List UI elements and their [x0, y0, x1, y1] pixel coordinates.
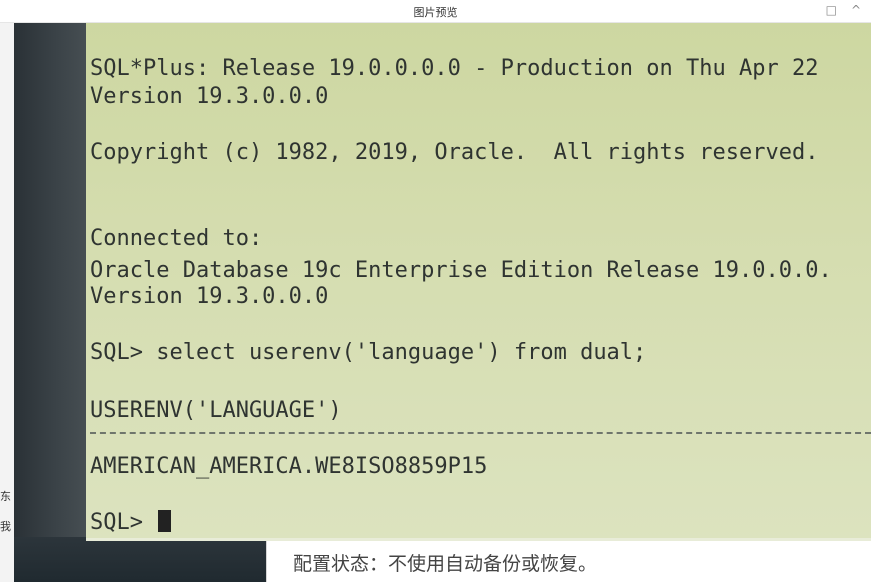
config-status-text: 配置状态：不使用自动备份或恢复。 [293, 553, 598, 575]
terminal-line: Connected to: [90, 226, 263, 251]
preview-title-bar: 图片预览 □ ^ [0, 0, 871, 23]
terminal-line: Version 19.3.0.0.0 [90, 84, 329, 109]
monitor-bezel-bottom [14, 537, 274, 582]
result-separator [90, 432, 871, 434]
terminal-line: Version 19.3.0.0.0 [90, 284, 329, 309]
terminal-prompt-line[interactable]: SQL> [90, 510, 172, 536]
terminal-line: Copyright (c) 1982, 2019, Oracle. All ri… [90, 140, 819, 165]
text-cursor-icon [158, 510, 172, 532]
collapse-icon[interactable]: ^ [851, 1, 861, 19]
maximize-icon[interactable]: □ [826, 1, 837, 19]
monitor-bezel-left [14, 22, 88, 582]
background-status-panel: 配置状态：不使用自动备份或恢复。 [266, 541, 871, 582]
terminal-line: Oracle Database 19c Enterprise Edition R… [90, 258, 832, 283]
photo-preview: 东 我 SQL*Plus: Release 19.0.0.0.0 - Produ… [0, 22, 871, 582]
background-text-fragment: 东 [0, 490, 11, 503]
query-result-value: AMERICAN_AMERICA.WE8ISO8859P15 [90, 454, 488, 479]
background-text-fragment: 我 [0, 520, 11, 533]
terminal-command-line: SQL> select userenv('language') from dua… [90, 340, 647, 365]
query-result-header: USERENV('LANGUAGE') [90, 398, 342, 423]
window-title: 图片预览 [413, 6, 458, 19]
terminal-line: SQL*Plus: Release 19.0.0.0.0 - Productio… [90, 56, 819, 81]
sql-prompt: SQL> [90, 510, 143, 535]
